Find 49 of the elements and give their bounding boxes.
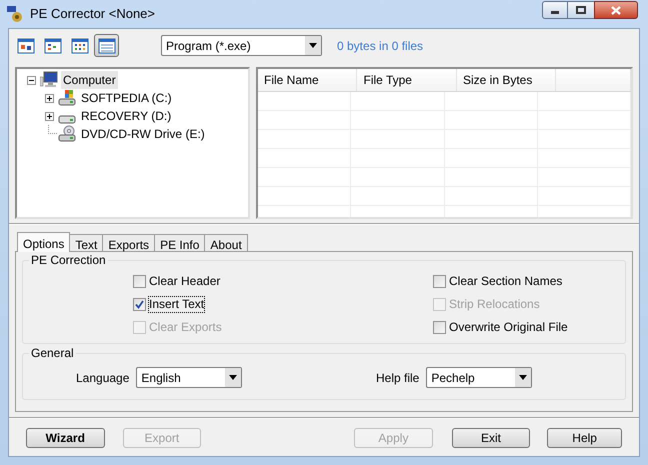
- tab[interactable]: Text: [69, 234, 104, 251]
- tree-item[interactable]: RECOVERY (D:): [79, 107, 174, 125]
- computer-icon: [40, 70, 58, 88]
- group-title: General: [29, 346, 76, 360]
- checkbox[interactable]: [433, 275, 446, 288]
- optical-drive-icon: [58, 124, 76, 142]
- file-summary: 0 bytes in 0 files: [337, 38, 424, 54]
- collapse-icon[interactable]: [26, 76, 36, 84]
- checkbox-label: Overwrite Original File: [449, 320, 568, 335]
- expand-icon[interactable]: [44, 94, 54, 102]
- close-button[interactable]: [594, 1, 638, 19]
- dialog-button[interactable]: Help: [547, 428, 622, 448]
- app-icon: [6, 5, 24, 23]
- dialog-button[interactable]: Exit: [452, 428, 530, 448]
- drive-icon: [58, 114, 76, 124]
- checkbox-label: Strip Relocations: [449, 297, 540, 312]
- tab[interactable]: About: [204, 234, 248, 251]
- expand-icon[interactable]: [44, 112, 54, 120]
- column-header[interactable]: File Name: [258, 69, 358, 91]
- drive-icon: [58, 88, 76, 106]
- checkbox[interactable]: [433, 321, 446, 334]
- maximize-icon: [576, 6, 586, 14]
- tree-item[interactable]: Computer: [61, 71, 118, 89]
- field-label: Help file: [376, 370, 420, 386]
- checkbox[interactable]: [133, 275, 146, 288]
- maximize-button[interactable]: [568, 1, 594, 19]
- tab[interactable]: PE Info: [154, 234, 206, 251]
- view-button[interactable]: [94, 34, 119, 57]
- field-label: Language: [76, 370, 130, 386]
- tab[interactable]: Exports: [102, 234, 156, 251]
- tree-item[interactable]: SOFTPEDIA (C:): [79, 89, 174, 107]
- group-title: PE Correction: [29, 253, 108, 267]
- checkbox-label: Clear Exports: [149, 320, 222, 335]
- minimize-button[interactable]: [542, 1, 568, 19]
- tree-item[interactable]: DVD/CD-RW Drive (E:): [79, 125, 207, 143]
- window-title: PE Corrector <None>: [30, 5, 156, 24]
- dropdown[interactable]: Pechelp: [426, 367, 532, 388]
- close-icon: [611, 6, 621, 14]
- tab[interactable]: Options: [17, 232, 70, 252]
- checkbox-label: Clear Header: [149, 274, 220, 289]
- column-header[interactable]: Size in Bytes: [456, 69, 556, 91]
- filter-dropdown[interactable]: Program (*.exe): [161, 35, 322, 56]
- checkbox-label: Insert Text: [149, 297, 204, 312]
- checkbox[interactable]: [133, 298, 146, 311]
- dialog-button[interactable]: Wizard: [26, 428, 105, 448]
- column-header[interactable]: File Type: [357, 69, 457, 91]
- checkbox-label: Clear Section Names: [449, 274, 562, 289]
- dropdown[interactable]: English: [136, 367, 242, 388]
- minimize-icon: [551, 11, 559, 14]
